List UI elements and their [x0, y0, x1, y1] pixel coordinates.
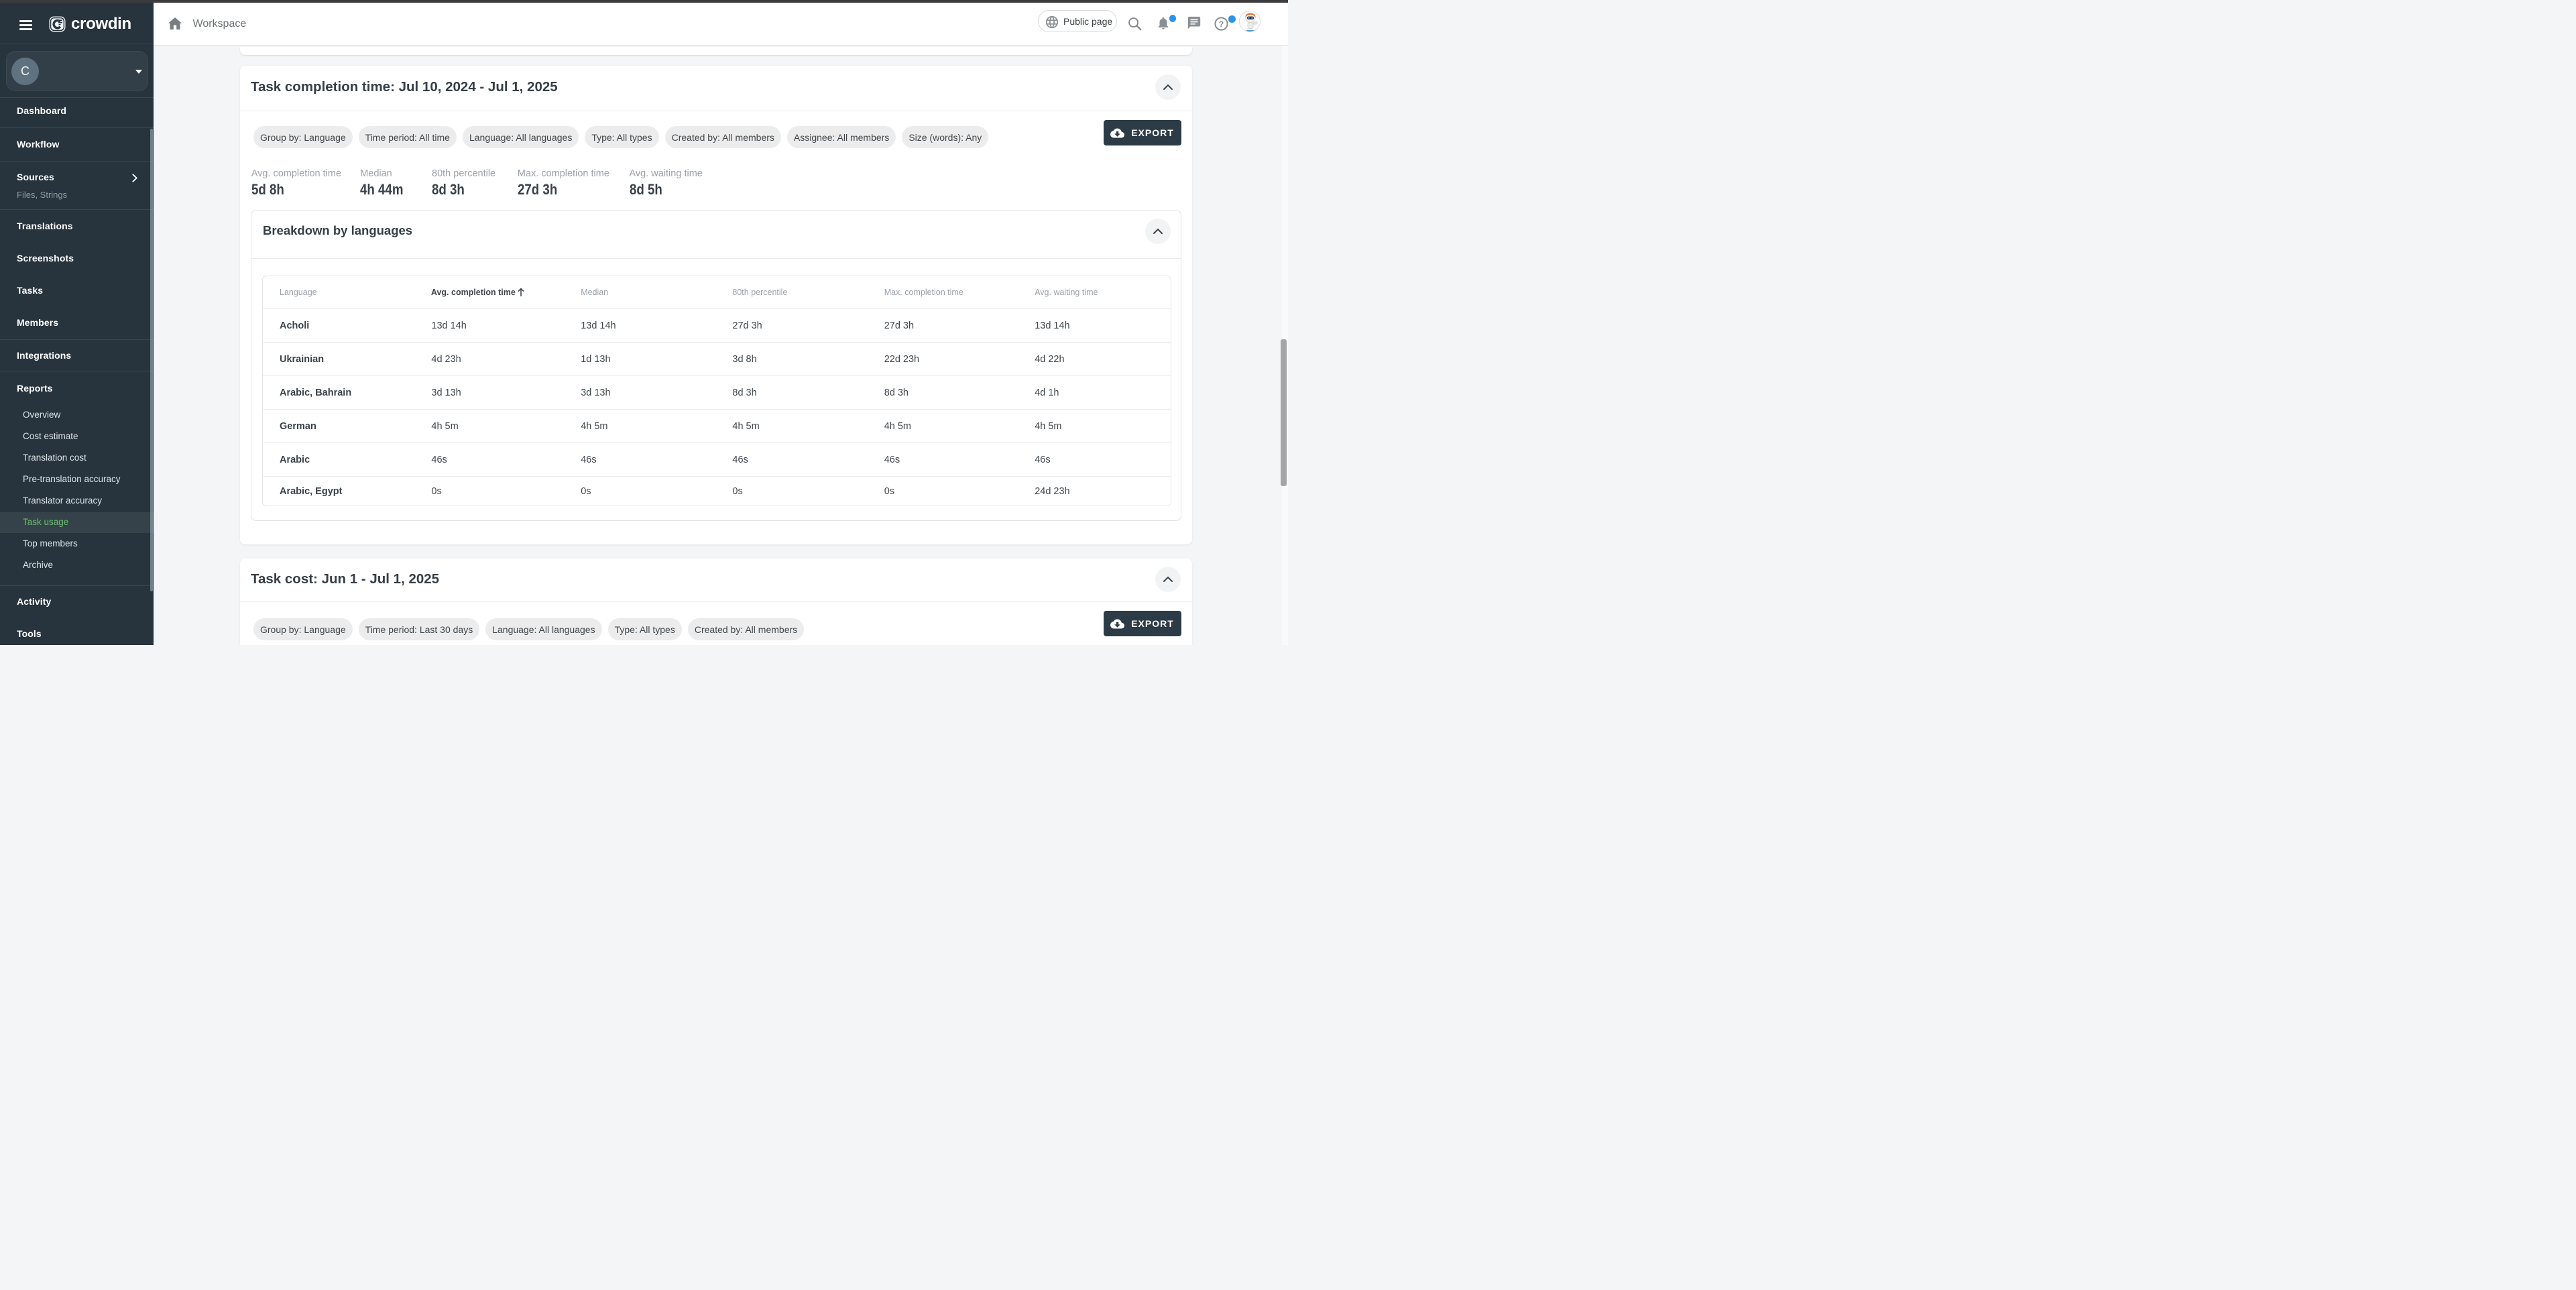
svg-text:?: ? — [1219, 19, 1224, 29]
